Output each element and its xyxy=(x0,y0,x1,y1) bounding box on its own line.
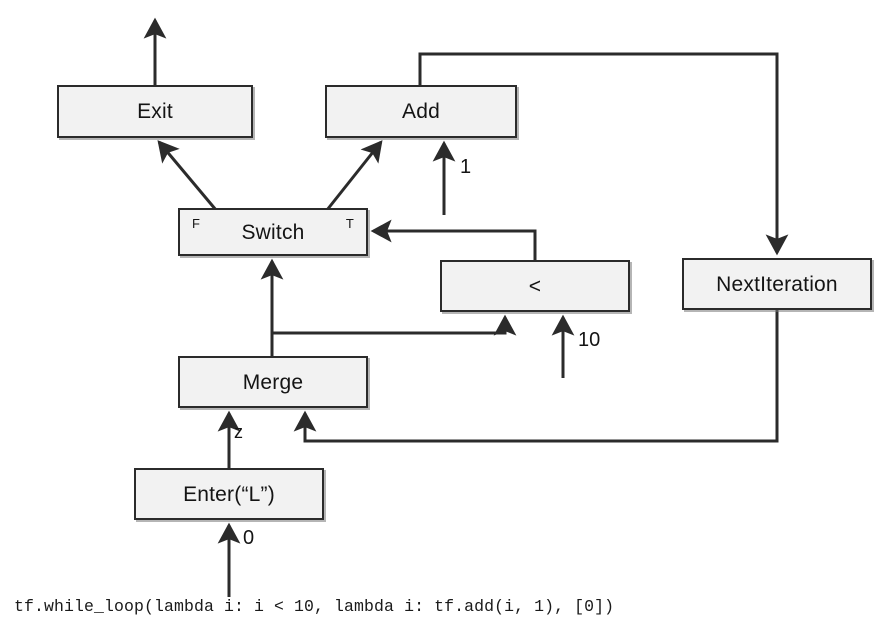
edge-label-enter-constant: 0 xyxy=(243,527,255,549)
diagram-caption: tf.while_loop(lambda i: i < 10, lambda i… xyxy=(14,597,615,616)
edge-switch-false-to-exit xyxy=(157,140,218,211)
node-enter-label: Enter(“L”) xyxy=(183,482,275,506)
edge-label-less-constant: 10 xyxy=(578,329,601,351)
node-merge[interactable]: Merge xyxy=(178,356,368,408)
edge-switch-true-to-add xyxy=(325,140,383,211)
switch-true-port-label: T xyxy=(345,216,354,231)
edge-nextiteration-to-merge xyxy=(293,310,779,443)
node-add-label: Add xyxy=(402,100,440,123)
node-exit-label: Exit xyxy=(137,100,173,123)
edge-less-to-switch xyxy=(370,219,537,260)
node-exit[interactable]: Exit xyxy=(57,85,253,138)
switch-false-port-label: F xyxy=(192,216,201,231)
node-enter[interactable]: Enter(“L”) xyxy=(134,468,324,520)
node-nextiteration[interactable]: NextIteration xyxy=(682,258,872,310)
diagram-canvas: Exit Add F Switch T NextIteration < Merg… xyxy=(0,0,893,643)
node-switch[interactable]: F Switch T xyxy=(178,208,368,256)
edge-label-enter-merge: z xyxy=(234,422,243,442)
node-switch-label: Switch xyxy=(241,220,305,244)
node-less-than[interactable]: < xyxy=(440,260,630,312)
node-add[interactable]: Add xyxy=(325,85,517,138)
edge-add-to-nextiteration xyxy=(418,52,789,256)
edge-label-add-constant: 1 xyxy=(460,156,472,178)
node-nextiteration-label: NextIteration xyxy=(716,272,838,296)
edge-merge-to-less xyxy=(272,314,517,336)
node-less-than-label: < xyxy=(528,274,542,298)
node-merge-label: Merge xyxy=(242,370,304,394)
